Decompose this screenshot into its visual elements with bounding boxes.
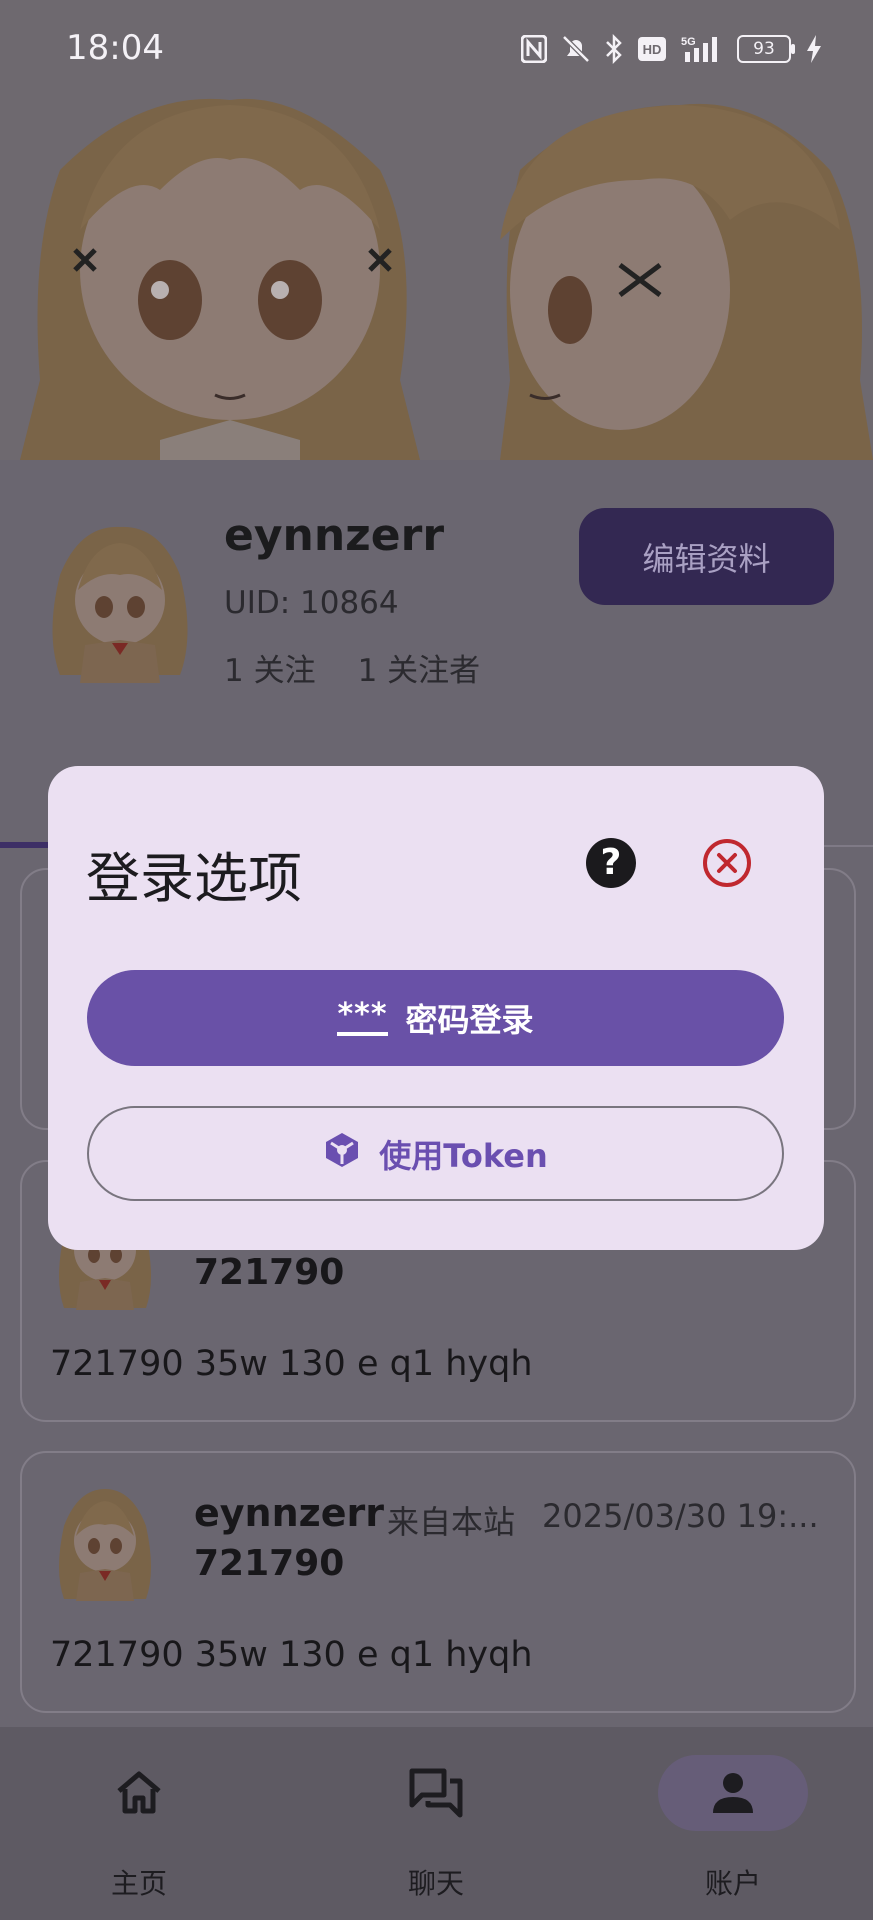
battery-icon: 93 bbox=[737, 35, 795, 63]
post-title: 721790 bbox=[194, 1252, 345, 1293]
account-icon bbox=[658, 1755, 808, 1831]
home-icon bbox=[64, 1755, 214, 1831]
dialog-title: 登录选项 bbox=[86, 847, 302, 910]
close-icon[interactable] bbox=[702, 838, 752, 888]
status-icons: HD 5G 93 bbox=[521, 32, 823, 66]
post-body: 721790 35w 130 e q1 hyqh bbox=[50, 1635, 533, 1675]
nav-item-home[interactable]: 主页 bbox=[29, 1727, 249, 1920]
password-login-label: 密码登录 bbox=[405, 1001, 534, 1039]
svg-text:HD: HD bbox=[643, 42, 662, 57]
nav-item-chat[interactable]: 聊天 bbox=[326, 1727, 546, 1920]
hd-icon: HD bbox=[637, 36, 667, 62]
post-date: 2025/03/30 19:... bbox=[542, 1497, 819, 1535]
password-login-button[interactable]: *** 密码登录 bbox=[87, 970, 784, 1066]
profile-name: eynnzerr bbox=[224, 510, 445, 561]
nfc-icon bbox=[521, 35, 547, 63]
follow-stats: 1 关注 1 关注者 bbox=[224, 645, 480, 690]
bluetooth-icon bbox=[605, 34, 623, 64]
profile-uid: UID: 10864 bbox=[224, 585, 399, 621]
nav-label-chat: 聊天 bbox=[407, 1867, 464, 1900]
svg-text:5G: 5G bbox=[681, 36, 696, 48]
login-options-dialog: 登录选项 ? *** 密码登录 使用Token bbox=[48, 766, 824, 1250]
edit-profile-button[interactable]: 编辑资料 bbox=[579, 508, 834, 605]
post-body: 721790 35w 130 e q1 hyqh bbox=[50, 1344, 533, 1384]
post-avatar[interactable] bbox=[50, 1481, 160, 1603]
post-card[interactable]: eynnzerr 来自本站 2025/03/30 19:... 721790 7… bbox=[20, 1451, 856, 1713]
token-login-button[interactable]: 使用Token bbox=[87, 1106, 784, 1201]
bottom-navigation: 主页 聊天 账户 bbox=[0, 1727, 873, 1920]
token-icon bbox=[323, 1130, 361, 1178]
following-count[interactable]: 1 关注 bbox=[224, 653, 316, 689]
chat-icon bbox=[361, 1755, 511, 1831]
post-source: 来自本站 bbox=[387, 1503, 516, 1541]
post-author[interactable]: eynnzerr bbox=[194, 1491, 384, 1535]
followers-count[interactable]: 1 关注者 bbox=[358, 653, 481, 689]
avatar[interactable] bbox=[40, 515, 200, 685]
nav-label-home: 主页 bbox=[110, 1867, 167, 1900]
nav-item-account[interactable]: 账户 bbox=[623, 1727, 843, 1920]
mute-icon bbox=[561, 34, 591, 64]
charging-icon bbox=[805, 34, 823, 64]
nav-label-account: 账户 bbox=[704, 1867, 761, 1900]
post-title: 721790 bbox=[194, 1543, 345, 1584]
signal-5g-icon: 5G bbox=[681, 34, 723, 64]
token-login-label: 使用Token bbox=[379, 1136, 548, 1175]
banner-character-side bbox=[500, 103, 873, 460]
banner-character-front bbox=[20, 98, 420, 460]
status-bar: 18:04 HD 5G 93 bbox=[0, 0, 873, 100]
help-icon[interactable]: ? bbox=[586, 838, 636, 888]
status-time: 18:04 bbox=[66, 28, 164, 68]
password-icon: *** bbox=[337, 1000, 388, 1036]
tab-indicator bbox=[0, 842, 48, 848]
